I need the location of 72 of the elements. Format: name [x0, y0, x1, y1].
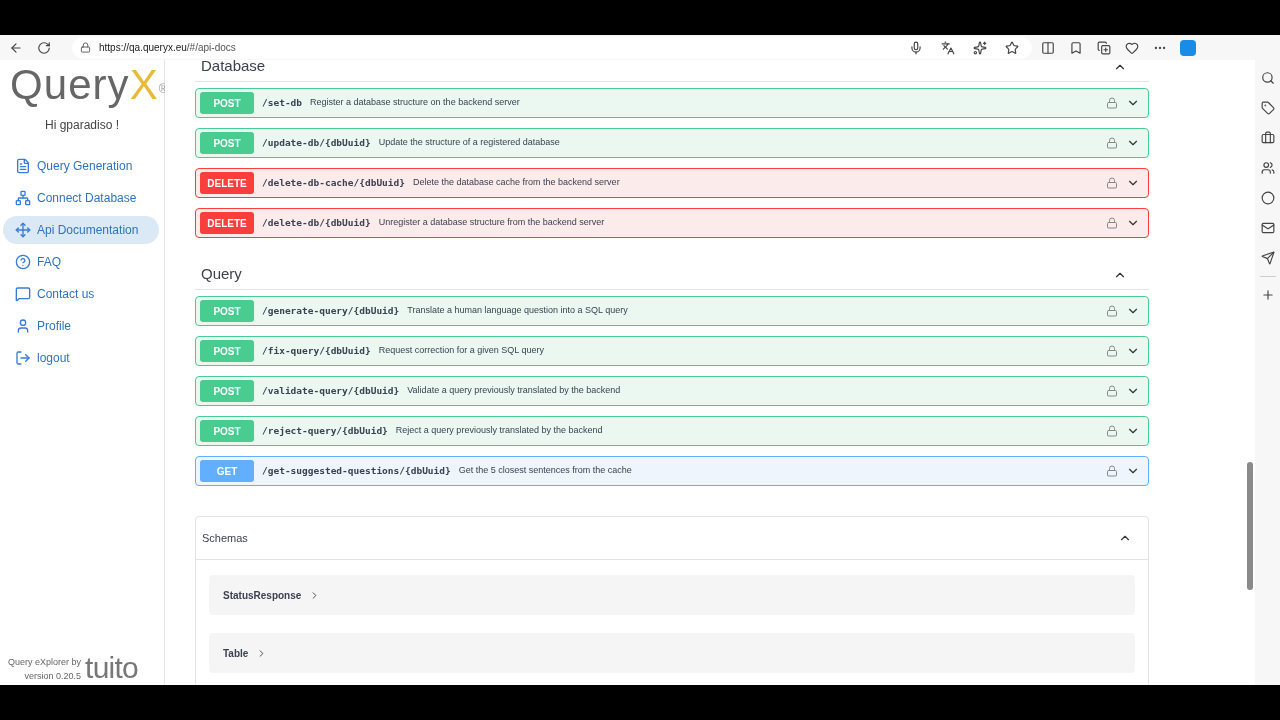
endpoint-summary: Get the 5 closest sentences from the cache: [458, 464, 632, 478]
four-arrows-icon: [15, 222, 31, 238]
endpoint-path: /delete-db-cache/{dbUuid}: [262, 175, 405, 190]
method-badge: GET: [200, 460, 254, 482]
method-badge: POST: [200, 132, 254, 154]
schema-item[interactable]: Table: [209, 633, 1135, 673]
endpoint-summary: Reject a query previously translated by the backend: [395, 424, 603, 438]
operation-row[interactable]: DELETE /delete-db/{dbUuid} Unregister a database structure from the backend server: [195, 208, 1149, 238]
network-icon: [15, 190, 31, 206]
section-title: Schemas: [202, 530, 248, 546]
lock-icon[interactable]: [1106, 425, 1118, 437]
nav-item[interactable]: Query Generation: [3, 152, 159, 180]
nav-item[interactable]: logout: [3, 344, 159, 372]
section-title: Database: [201, 60, 266, 77]
scrollbar-thumb[interactable]: [1247, 462, 1253, 590]
brand-logo: tuito: [85, 653, 138, 683]
endpoint-summary: Delete the database cache from the backend server: [413, 176, 620, 190]
operation-row[interactable]: POST /generate-query/{dbUuid} Translate a human language question into a SQL query: [195, 296, 1149, 326]
method-badge: POST: [200, 420, 254, 442]
endpoint-summary: Register a database structure on the backend server: [310, 96, 520, 110]
nav-item[interactable]: Api Documentation: [3, 216, 159, 244]
endpoint-path: /update-db/{dbUuid}: [262, 135, 371, 150]
operation-row[interactable]: DELETE /delete-db-cache/{dbUuid} Delete the database cache from the backend server: [195, 168, 1149, 198]
operation-row[interactable]: POST /set-db Register a database structure on the backend server: [195, 88, 1149, 118]
endpoint-path: /fix-query/{dbUuid}: [262, 343, 371, 358]
operation-row[interactable]: GET /get-suggested-questions/{dbUuid} Get the 5 closest sentences from the cache: [195, 456, 1149, 486]
section-title: Query: [201, 264, 242, 285]
endpoint-path: /get-suggested-questions/{dbUuid}: [262, 463, 451, 478]
document-icon: [15, 158, 31, 174]
logout-icon: [15, 350, 31, 366]
greeting: Hi gparadiso !: [43, 117, 120, 134]
lock-icon[interactable]: [1106, 345, 1118, 357]
lock-icon[interactable]: [1106, 217, 1118, 229]
lock-icon: [80, 42, 91, 53]
lock-icon[interactable]: [1106, 97, 1118, 109]
schema-item[interactable]: StatusResponse: [209, 575, 1135, 615]
operation-row[interactable]: POST /validate-query/{dbUuid} Validate a query previously translated by the backend: [195, 376, 1149, 406]
user-icon: [15, 318, 31, 334]
lock-icon[interactable]: [1106, 137, 1118, 149]
endpoint-path: /generate-query/{dbUuid}: [262, 303, 400, 318]
lock-icon[interactable]: [1106, 385, 1118, 397]
nav-item[interactable]: Connect Database: [3, 184, 159, 212]
chat-icon: [15, 286, 31, 302]
endpoint-path: /validate-query/{dbUuid}: [262, 383, 400, 398]
lock-icon[interactable]: [1106, 465, 1118, 477]
method-badge: POST: [200, 92, 254, 114]
nav-item[interactable]: Contact us: [3, 280, 159, 308]
endpoint-summary: Validate a query previously translated by the backend: [407, 384, 621, 398]
url-text: https://qa.queryx.eu/#/api-docs: [99, 41, 236, 55]
endpoint-summary: Unregister a database structure from the backend server: [378, 216, 605, 230]
address-bar[interactable]: https://qa.queryx.eu/#/api-docs: [72, 36, 1032, 59]
method-badge: POST: [200, 300, 254, 322]
endpoint-path: /set-db: [262, 95, 303, 110]
endpoint-summary: Translate a human language question into a SQL query: [407, 304, 628, 318]
method-badge: DELETE: [200, 172, 254, 194]
endpoint-path: /reject-query/{dbUuid}: [262, 423, 388, 438]
lock-icon[interactable]: [1106, 177, 1118, 189]
method-badge: POST: [200, 340, 254, 362]
version: version 0.20.5: [24, 669, 82, 683]
operation-row[interactable]: POST /update-db/{dbUuid} Update the structure of a registered database: [195, 128, 1149, 158]
operation-row[interactable]: POST /fix-query/{dbUuid} Request correction for a given SQL query: [195, 336, 1149, 366]
question-icon: [15, 254, 31, 270]
endpoint-path: /delete-db/{dbUuid}: [262, 215, 371, 230]
nav-item[interactable]: FAQ: [3, 248, 159, 276]
method-badge: DELETE: [200, 212, 254, 234]
operation-row[interactable]: POST /reject-query/{dbUuid} Reject a query previously translated by the backend: [195, 416, 1149, 446]
byline: Query eXplorer by: [8, 656, 82, 669]
endpoint-summary: Update the structure of a registered database: [378, 136, 560, 150]
lock-icon[interactable]: [1106, 305, 1118, 317]
nav-item[interactable]: Profile: [3, 312, 159, 340]
endpoint-summary: Request correction for a given SQL query: [378, 344, 544, 358]
method-badge: POST: [200, 380, 254, 402]
